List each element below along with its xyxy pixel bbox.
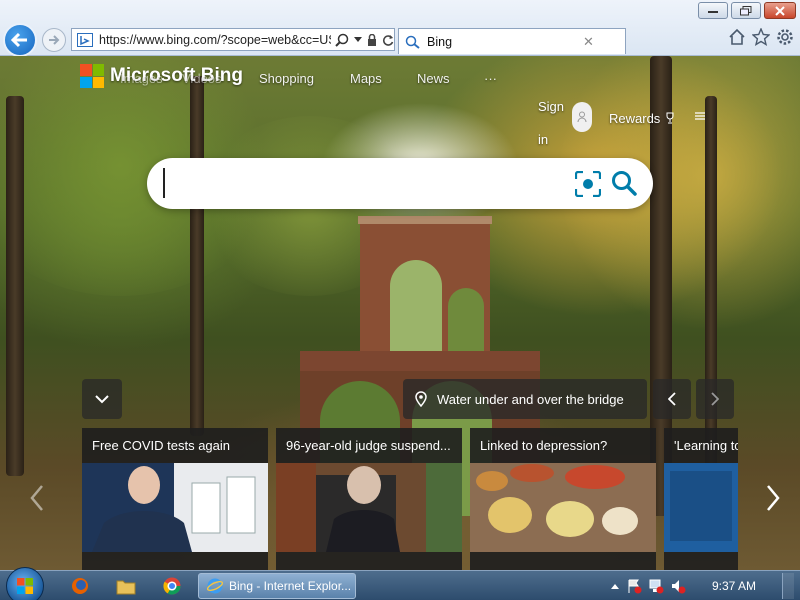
nav-shopping[interactable]: Shopping: [259, 71, 314, 86]
chrome-icon: [163, 577, 181, 595]
news-card[interactable]: 'Learning to: [664, 428, 738, 570]
card-image: [470, 463, 656, 552]
bing-homepage: Microsoft Bing Images Videos Shopping Ma…: [0, 56, 800, 570]
next-image-button[interactable]: [696, 379, 734, 419]
user-icon: [577, 111, 587, 123]
chevron-right-icon: [711, 392, 719, 406]
taskbar-chrome[interactable]: [152, 574, 192, 598]
volume-icon[interactable]: [670, 578, 686, 594]
window-controls: [698, 2, 796, 19]
tray-expand-icon[interactable]: [610, 582, 620, 590]
tab-bing[interactable]: Bing ✕: [398, 28, 626, 54]
gear-icon[interactable]: [776, 28, 794, 46]
tab-title: Bing: [427, 34, 453, 49]
clock[interactable]: 9:37 AM: [712, 579, 756, 593]
carousel-prev-icon[interactable]: [30, 484, 44, 512]
image-info-button[interactable]: Water under and over the bridge: [403, 379, 647, 419]
card-title: 96-year-old judge suspend...: [286, 438, 451, 453]
nav-videos[interactable]: Videos: [182, 71, 222, 86]
collapse-feed-button[interactable]: [82, 379, 122, 419]
restore-icon: [740, 5, 752, 15]
refresh-icon[interactable]: [382, 34, 394, 46]
action-center-flag-icon[interactable]: [626, 578, 642, 594]
search-icon[interactable]: [611, 170, 637, 196]
chevron-down-icon[interactable]: [354, 36, 362, 43]
search-input[interactable]: [163, 168, 563, 198]
internet-explorer-icon: [207, 578, 223, 594]
sign-in-link[interactable]: Sign in: [538, 90, 568, 156]
arrow-right-icon: [49, 35, 60, 45]
back-button[interactable]: [3, 23, 37, 57]
star-icon[interactable]: [752, 28, 770, 46]
chevron-left-icon: [668, 392, 676, 406]
card-image: [664, 463, 738, 552]
search-icon[interactable]: [335, 33, 349, 47]
news-card[interactable]: Free COVID tests again: [82, 428, 268, 570]
lock-icon[interactable]: [367, 33, 377, 46]
folder-icon: [116, 580, 136, 595]
show-desktop-button[interactable]: [782, 573, 794, 599]
rewards-link[interactable]: Rewards: [609, 111, 660, 126]
image-caption: Water under and over the bridge: [437, 391, 624, 407]
taskbar-firefox[interactable]: [60, 574, 100, 598]
restore-button[interactable]: [731, 2, 761, 19]
news-card[interactable]: 96-year-old judge suspend...: [276, 428, 462, 570]
ie-tool-icons: [728, 28, 794, 46]
card-image: [82, 463, 268, 552]
windows-taskbar: Bing - Internet Explor... 9:37 AM: [0, 567, 800, 600]
address-bar[interactable]: https://www.bing.com/?scope=web&cc=US&to…: [71, 28, 395, 51]
nav-more[interactable]: ···: [484, 71, 497, 86]
search-box: [147, 158, 653, 209]
minimize-icon: [708, 10, 718, 13]
tab-close-button[interactable]: ✕: [583, 34, 599, 50]
url-text[interactable]: https://www.bing.com/?scope=web&cc=US&to…: [99, 33, 331, 47]
taskbar-ie-window[interactable]: Bing - Internet Explor...: [198, 573, 356, 599]
card-image: [276, 463, 462, 552]
network-icon[interactable]: [648, 578, 664, 594]
card-title: Free COVID tests again: [92, 438, 230, 453]
bing-favicon-icon: [77, 32, 93, 47]
home-icon[interactable]: [728, 28, 746, 46]
location-pin-icon: [415, 391, 427, 407]
minimize-button[interactable]: [698, 2, 728, 19]
trophy-icon[interactable]: [665, 112, 675, 124]
visual-search-icon[interactable]: [575, 171, 601, 197]
previous-image-button[interactable]: [653, 379, 691, 419]
chevron-down-icon: [95, 394, 109, 403]
start-button[interactable]: [6, 567, 44, 600]
card-title: Linked to depression?: [480, 438, 608, 453]
close-window-button[interactable]: [764, 2, 796, 19]
arrow-left-icon: [11, 32, 27, 48]
nav-images[interactable]: Images: [120, 71, 163, 86]
forward-button[interactable]: [42, 28, 66, 52]
hamburger-menu-icon[interactable]: [694, 111, 706, 121]
windows-logo-icon: [17, 578, 33, 594]
firefox-icon: [72, 578, 88, 594]
card-title: 'Learning to: [674, 438, 738, 453]
news-card[interactable]: Linked to depression?: [470, 428, 656, 570]
taskbar-window-title: Bing - Internet Explor...: [229, 579, 352, 593]
carousel-next-icon[interactable]: [766, 484, 780, 512]
microsoft-logo-icon: [80, 64, 104, 88]
nav-news[interactable]: News: [417, 71, 450, 86]
system-tray: 9:37 AM: [610, 571, 800, 600]
taskbar-explorer[interactable]: [106, 574, 146, 598]
account-avatar[interactable]: [572, 102, 592, 132]
nav-maps[interactable]: Maps: [350, 71, 382, 86]
ie-toolbar: https://www.bing.com/?scope=web&cc=US&to…: [0, 0, 800, 57]
search-icon: [405, 35, 420, 49]
close-icon: [775, 5, 785, 16]
